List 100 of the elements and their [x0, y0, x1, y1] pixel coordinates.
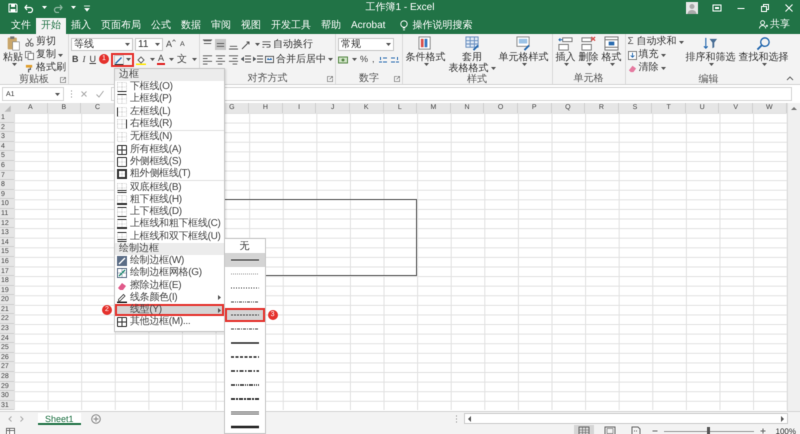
restore-icon[interactable] — [760, 2, 770, 12]
cut-button[interactable]: 剪切 — [25, 36, 66, 48]
underline-button[interactable]: U — [88, 54, 97, 65]
ribbon-tab[interactable]: 开发工具 — [266, 18, 316, 34]
borders-button[interactable] — [111, 52, 134, 66]
undo-icon[interactable] — [24, 2, 34, 12]
copy-button[interactable]: 复制 — [25, 49, 66, 61]
scroll-right-icon[interactable] — [781, 416, 785, 422]
number-format-field[interactable]: 常规 — [338, 38, 394, 51]
menu-item[interactable]: 粗外侧框线(T) — [115, 168, 224, 180]
dialog-launcher-icon[interactable] — [327, 76, 334, 82]
save-icon[interactable] — [8, 2, 18, 12]
cells-button[interactable]: 格式 — [600, 36, 623, 66]
menu-item[interactable]: 右框线(R) — [115, 118, 224, 130]
line-style-option[interactable] — [224, 252, 265, 267]
ribbon-options-icon[interactable] — [712, 2, 722, 12]
close-icon[interactable] — [784, 2, 794, 12]
zoom-in-icon[interactable] — [760, 428, 766, 434]
ribbon-tab[interactable]: 页面布局 — [96, 18, 146, 34]
fill-button[interactable]: 填充 — [628, 49, 684, 61]
autosum-button[interactable]: Σ 自动求和 — [628, 36, 684, 48]
cells-button[interactable]: 删除 — [578, 36, 600, 66]
ribbon-tab[interactable]: 开始 — [36, 18, 66, 34]
ribbon-tab[interactable]: 视图 — [236, 18, 266, 34]
menu-item[interactable]: 其他边框(M)... — [115, 316, 224, 329]
text-orientation-icon[interactable] — [241, 40, 252, 50]
ribbon-tab[interactable]: Acrobat — [346, 18, 390, 34]
menu-item[interactable]: 上下框线(D) — [115, 206, 224, 218]
user-avatar[interactable] — [686, 2, 698, 14]
ribbon-tab[interactable]: 帮助 — [316, 18, 346, 34]
phonetic-guide-button[interactable]: 文 — [176, 54, 188, 65]
tell-me-search[interactable]: 操作说明搜索 — [412, 18, 472, 34]
increase-decimal-icon[interactable] — [378, 54, 388, 64]
ribbon-tab[interactable]: 插入 — [66, 18, 96, 34]
share-button[interactable]: 共享 — [759, 17, 790, 31]
horizontal-align-button[interactable] — [228, 54, 240, 65]
menu-item[interactable]: 无 — [224, 239, 265, 253]
styles-button[interactable]: 单元格样式 — [498, 36, 550, 66]
menu-item[interactable]: 下框线(O) — [115, 81, 224, 94]
menu-item[interactable]: 线条颜色(I) — [115, 292, 224, 304]
ribbon-tab[interactable]: 数据 — [176, 18, 206, 34]
percent-style-button[interactable]: % — [359, 54, 370, 65]
ribbon-tab[interactable]: 文件 — [6, 18, 36, 34]
dialog-launcher-icon[interactable] — [60, 77, 66, 83]
decrease-indent-icon[interactable] — [241, 54, 252, 64]
clear-button[interactable]: 清除 — [628, 62, 684, 74]
font-name-field[interactable]: 等线 — [71, 38, 133, 51]
scroll-left-icon[interactable] — [467, 416, 471, 422]
menu-item[interactable]: 无框线(N) — [115, 131, 224, 144]
sort-filter-button[interactable]: 排序和筛选 — [684, 36, 737, 66]
redo-icon[interactable] — [53, 2, 63, 12]
styles-button[interactable]: 套用 表格格式 — [448, 36, 497, 74]
horizontal-scrollbar[interactable] — [464, 413, 788, 424]
ribbon-tab[interactable]: 公式 — [146, 18, 176, 34]
menu-item[interactable]: 外侧框线(S) — [115, 156, 224, 168]
menu-item[interactable]: 线型(Y) — [115, 304, 224, 316]
increase-indent-icon[interactable] — [253, 54, 264, 64]
increase-font-size-button[interactable]: A — [165, 39, 178, 50]
vertical-align-button[interactable] — [215, 39, 226, 50]
scroll-up-icon[interactable] — [790, 106, 797, 110]
check-icon[interactable] — [95, 89, 105, 99]
currency-icon[interactable] — [338, 54, 348, 64]
collapse-ribbon-icon[interactable] — [786, 76, 794, 81]
paste-button[interactable]: 粘贴 — [2, 36, 24, 66]
menu-item[interactable]: 上框线和粗下框线(C) — [115, 218, 224, 231]
horizontal-align-button[interactable] — [215, 54, 226, 65]
dialog-launcher-icon[interactable] — [394, 76, 400, 82]
styles-button[interactable]: 条件格式 — [404, 36, 447, 66]
menu-item[interactable]: 绘制边框(W) — [115, 254, 224, 268]
wrap-text-button[interactable]: 自动换行 — [262, 38, 314, 50]
ribbon-tab[interactable]: 审阅 — [206, 18, 236, 34]
vertical-scrollbar[interactable] — [786, 103, 800, 411]
format-painter-button[interactable]: 格式刷 — [25, 62, 66, 74]
menu-item[interactable]: 上框线和双下框线(U) — [115, 230, 224, 243]
comma-style-button[interactable]: , — [371, 54, 376, 65]
macro-record-icon[interactable] — [6, 426, 15, 434]
menu-item[interactable]: 粗下框线(H) — [115, 194, 224, 206]
menu-item[interactable]: 绘制边框网格(G) — [115, 267, 224, 280]
zoom-out-icon[interactable] — [652, 428, 658, 434]
fill-color-icon[interactable] — [136, 54, 146, 64]
font-size-field[interactable]: 11 — [135, 38, 163, 51]
slider-thumb[interactable] — [707, 426, 710, 434]
horizontal-align-button[interactable] — [202, 54, 214, 65]
decrease-decimal-icon[interactable] — [390, 54, 400, 64]
menu-item[interactable]: 擦除边框(E) — [115, 279, 224, 292]
merge-center-button[interactable]: 合并后居中 — [265, 54, 334, 66]
normal-view-icon[interactable] — [574, 425, 594, 434]
italic-button[interactable]: I — [82, 54, 86, 65]
menu-item[interactable]: 上框线(P) — [115, 93, 224, 106]
font-color-button[interactable]: A — [157, 54, 166, 65]
menu-item[interactable]: 所有框线(A) — [115, 143, 224, 156]
find-select-button[interactable]: 查找和选择 — [738, 36, 790, 66]
sheet-tab[interactable]: Sheet1 — [38, 412, 81, 424]
menu-item[interactable]: 双底框线(B) — [115, 181, 224, 194]
bold-button[interactable]: B — [71, 54, 80, 65]
line-style-option[interactable] — [224, 308, 265, 322]
add-sheet-icon[interactable] — [90, 414, 101, 424]
cells-button[interactable]: 插入 — [554, 36, 577, 66]
lightbulb-icon[interactable] — [400, 20, 408, 31]
customize-toolbar-icon[interactable] — [82, 2, 92, 12]
